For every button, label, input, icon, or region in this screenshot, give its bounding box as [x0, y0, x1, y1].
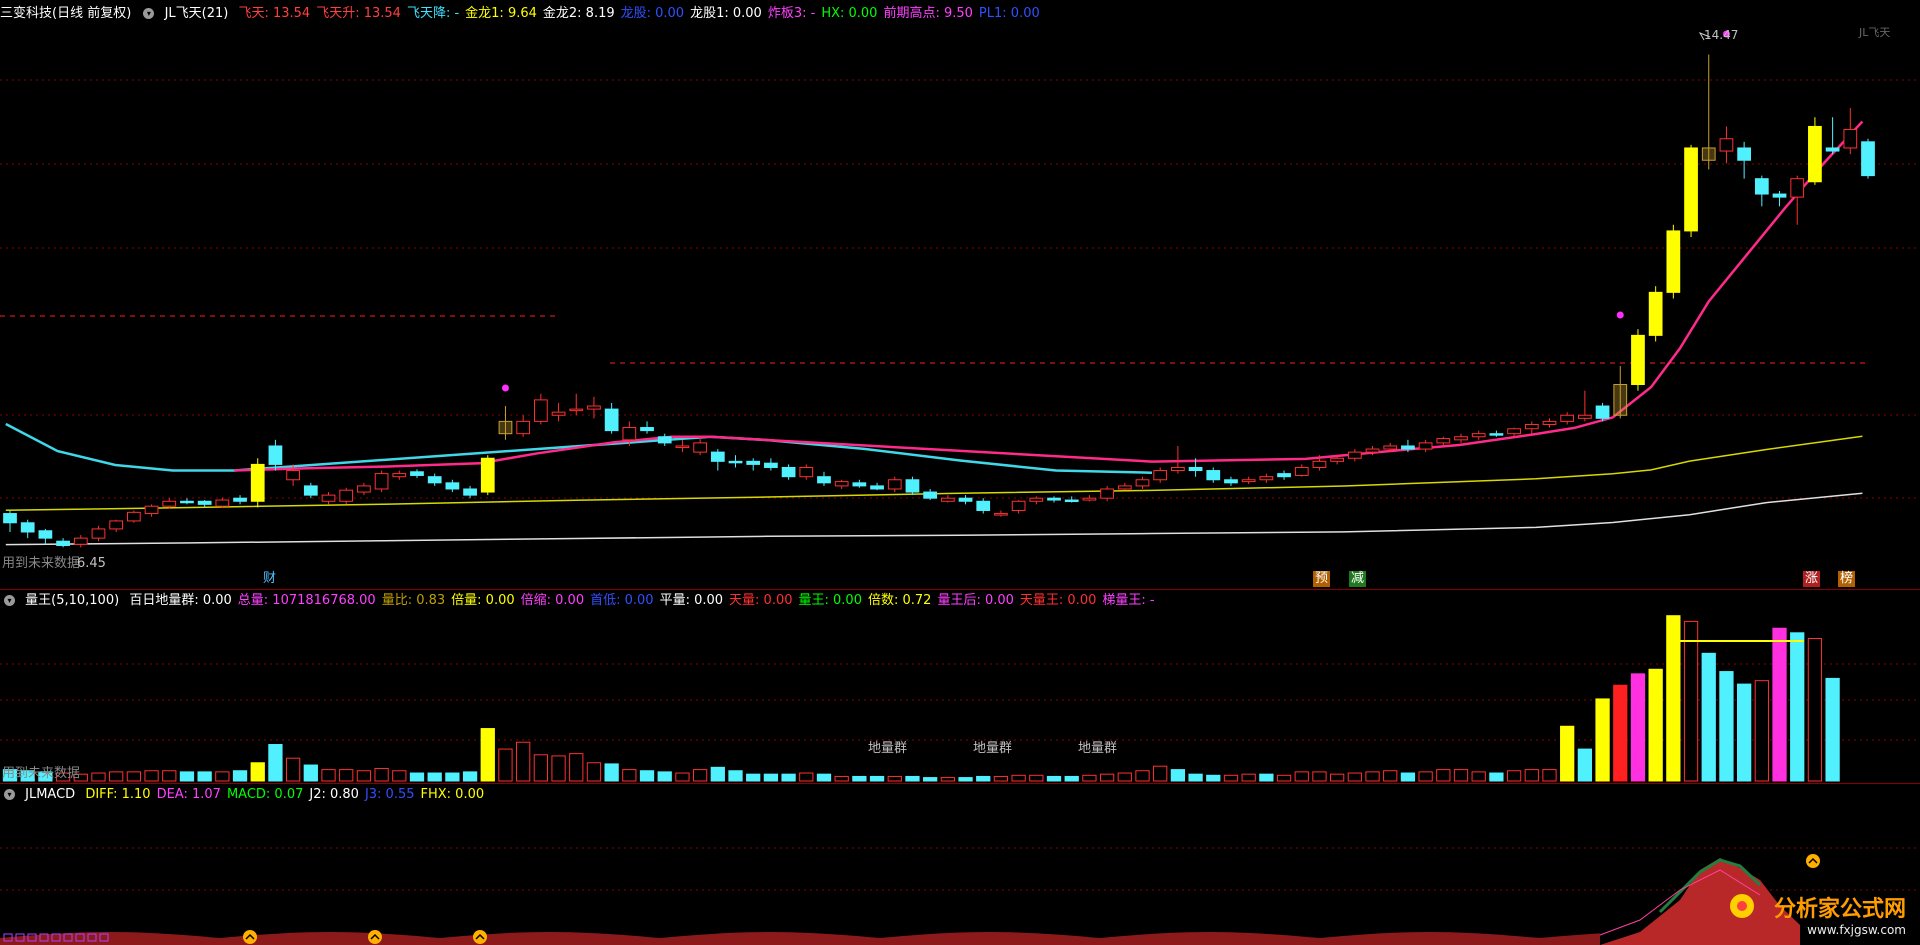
- watermark: 分析家公式网 www.fxjgsw.com: [1774, 891, 1906, 937]
- macd-signal-icon: [1806, 854, 1820, 868]
- macd-signal-icon: [243, 930, 257, 944]
- macd-signal-icon: [368, 930, 382, 944]
- macd-chart[interactable]: [0, 0, 1920, 945]
- stock-chart-app: 三变科技(日线 前复权) ▾ JL飞天(21) 飞天: 13.54 飞天升: 13…: [0, 0, 1920, 945]
- watermark-logo-center-icon: [1737, 901, 1747, 911]
- watermark-title: 分析家公式网: [1773, 896, 1906, 921]
- macd-signal-icon: [473, 930, 487, 944]
- macd-area-low: [0, 932, 1600, 945]
- watermark-url: www.fxjgsw.com: [1807, 923, 1906, 937]
